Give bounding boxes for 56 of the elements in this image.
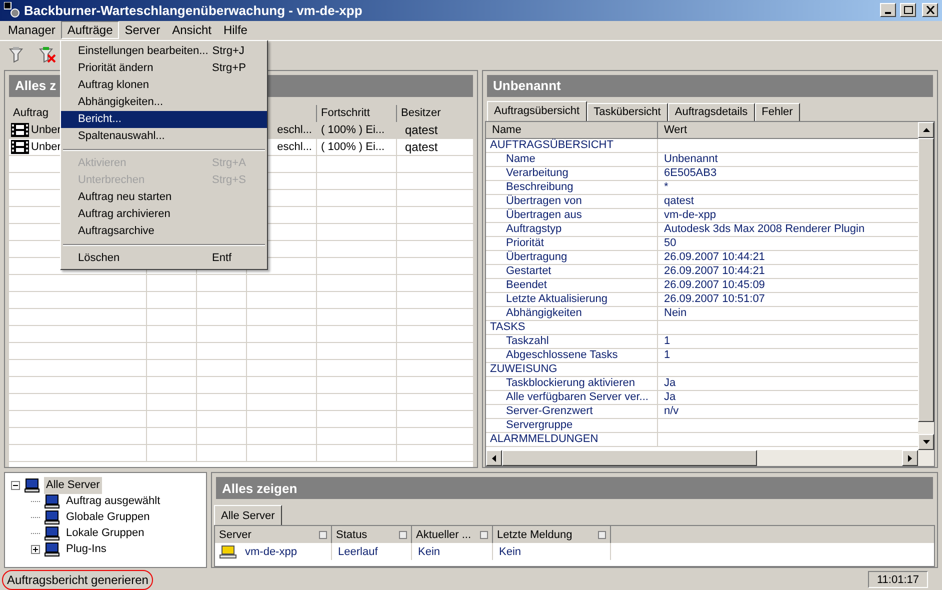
property-value: qatest	[664, 194, 694, 209]
property-value: 26.09.2007 10:45:09	[664, 278, 765, 293]
table-cell-text: ( 100% ) Ei...	[321, 140, 385, 154]
property-name: Übertragen aus	[505, 208, 582, 223]
table-cell-text: qatest	[405, 122, 438, 139]
property-name: Beschreibung	[505, 180, 574, 194]
table-cell-text: ( 100% ) Ei...	[321, 122, 385, 138]
table-cell-text: Kein	[418, 544, 440, 560]
property-name: Servergruppe	[505, 418, 573, 433]
panel-title: Unbenannt	[487, 74, 933, 97]
table-cell-text: eschl...	[277, 140, 312, 154]
property-name: Alle verfügbaren Server ver...	[505, 390, 648, 405]
property-name: Übertragung	[505, 250, 568, 265]
property-value: 6E505AB3	[664, 166, 717, 181]
property-name: Gestartet	[505, 264, 552, 279]
property-name: Priorität	[505, 236, 544, 250]
property-value: 26.09.2007 10:44:21	[664, 264, 765, 279]
window-title: Backburner-Warteschlangenüberwachung - vm-de-xpp	[24, 2, 364, 20]
property-name: Abgeschlossene Tasks	[505, 348, 618, 363]
property-value: n/v	[664, 404, 679, 419]
property-name: Abhängigkeiten	[505, 306, 582, 321]
property-name: Taskblockierung aktivieren	[505, 376, 636, 391]
property-value: 1	[664, 348, 670, 363]
property-name: Server-Grenzwert	[505, 404, 593, 419]
table-cell-text: Unber	[31, 140, 61, 154]
property-value: *	[664, 180, 668, 195]
table-cell-text: Leerlauf	[338, 544, 378, 560]
property-value: Autodesk 3ds Max 2008 Renderer Plugin	[664, 222, 865, 237]
property-value: Ja	[664, 390, 676, 405]
status-clock: 11:01:17	[868, 571, 928, 588]
property-value: Ja	[664, 376, 676, 391]
property-name: Übertragen von	[505, 194, 582, 208]
property-value: 1	[664, 334, 670, 349]
property-name: Verarbeitung	[505, 166, 568, 181]
property-value: Unbenannt	[664, 152, 718, 167]
property-value: vm-de-xpp	[664, 208, 716, 223]
section-label: ZUWEISUNG	[489, 362, 558, 377]
property-name: Taskzahl	[505, 334, 549, 349]
section-label: TASKS	[489, 320, 526, 335]
property-name: Auftragstyp	[505, 222, 562, 237]
property-name: Beendet	[505, 278, 547, 293]
property-name: Name	[505, 152, 536, 167]
table-cell-text: Kein	[499, 544, 522, 560]
section-label: ALARMMELDUNGEN	[489, 432, 598, 447]
table-cell-text: eschl...	[277, 122, 312, 138]
property-value: 26.09.2007 10:51:07	[664, 292, 765, 307]
property-value: 26.09.2007 10:44:21	[664, 250, 765, 265]
property-value: 50	[664, 236, 676, 251]
table-cell-text: vm-de-xpp	[245, 544, 297, 560]
section-label: AUFTRAGSÜBERSICHT	[489, 138, 614, 153]
property-value: Nein	[664, 306, 687, 321]
table-cell-text: Unber	[31, 122, 61, 138]
table-cell-text: qatest	[405, 138, 438, 156]
status-message: Auftragsbericht generieren	[2, 570, 154, 590]
panel-title: Alles zeigen	[216, 477, 933, 500]
property-name: Letzte Aktualisierung	[505, 292, 608, 307]
